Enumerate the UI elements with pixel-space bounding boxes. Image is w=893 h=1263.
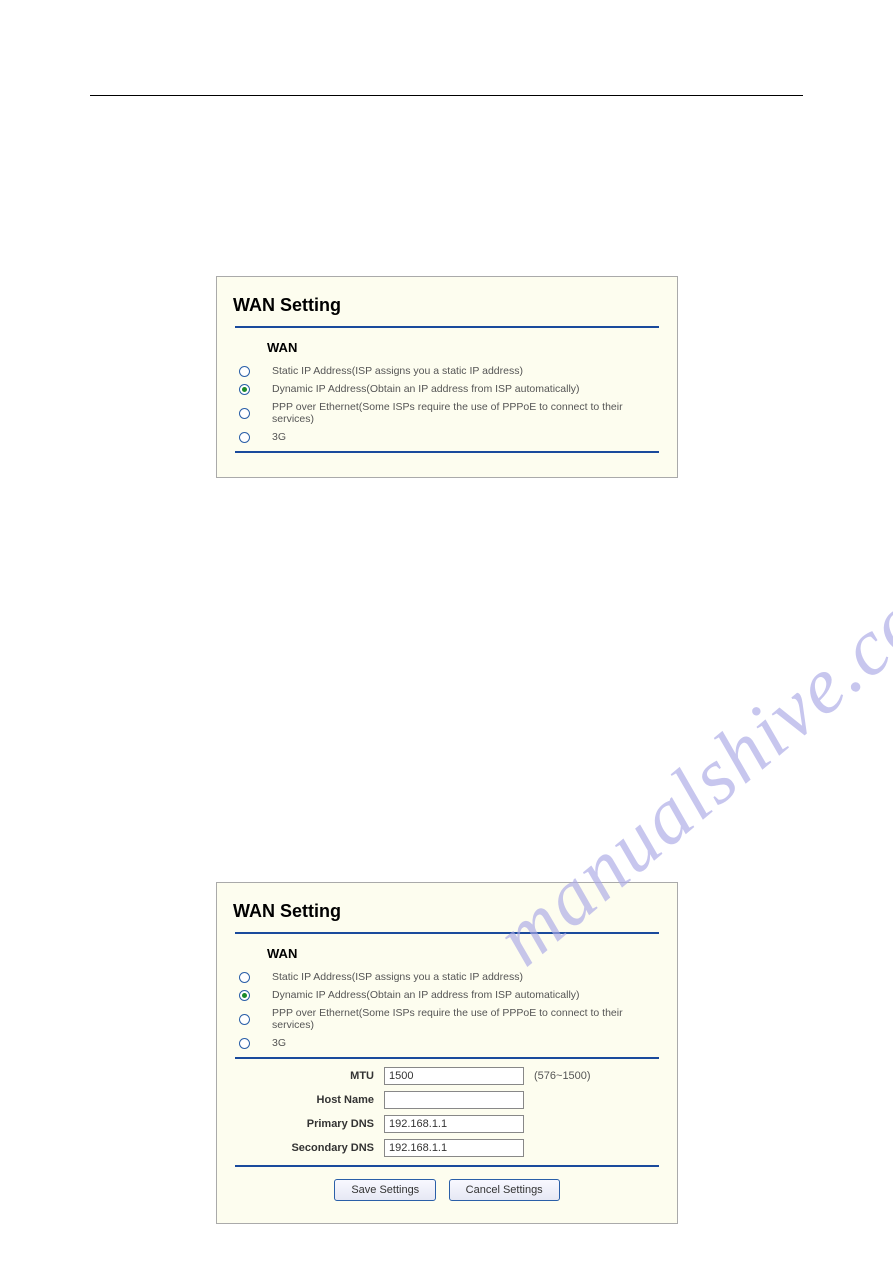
wan-option-static[interactable]: Static IP Address(ISP assigns you a stat… bbox=[239, 971, 665, 983]
save-settings-button[interactable]: Save Settings bbox=[334, 1179, 436, 1201]
wan-option-pppoe[interactable]: PPP over Ethernet(Some ISPs require the … bbox=[239, 1007, 665, 1031]
secondary-dns-row: Secondary DNS bbox=[229, 1139, 665, 1157]
divider bbox=[235, 326, 659, 328]
option-label: Dynamic IP Address(Obtain an IP address … bbox=[272, 383, 580, 395]
mtu-hint: (576~1500) bbox=[524, 1070, 591, 1082]
radio-icon[interactable] bbox=[239, 408, 250, 419]
option-label: Dynamic IP Address(Obtain an IP address … bbox=[272, 989, 580, 1001]
radio-icon[interactable] bbox=[239, 990, 250, 1001]
radio-icon[interactable] bbox=[239, 432, 250, 443]
panel-title: WAN Setting bbox=[233, 901, 665, 922]
panel-title: WAN Setting bbox=[233, 295, 665, 316]
radio-icon[interactable] bbox=[239, 972, 250, 983]
radio-icon[interactable] bbox=[239, 1014, 250, 1025]
wan-option-dynamic[interactable]: Dynamic IP Address(Obtain an IP address … bbox=[239, 989, 665, 1001]
option-label: PPP over Ethernet(Some ISPs require the … bbox=[272, 1007, 665, 1031]
button-row: Save Settings Cancel Settings bbox=[229, 1179, 665, 1201]
option-label: Static IP Address(ISP assigns you a stat… bbox=[272, 365, 523, 377]
secondary-dns-label: Secondary DNS bbox=[229, 1142, 384, 1154]
divider bbox=[235, 451, 659, 453]
option-label: PPP over Ethernet(Some ISPs require the … bbox=[272, 401, 665, 425]
wan-option-3g[interactable]: 3G bbox=[239, 431, 665, 443]
wan-section-label: WAN bbox=[267, 946, 665, 961]
cancel-settings-button[interactable]: Cancel Settings bbox=[449, 1179, 560, 1201]
wan-option-3g[interactable]: 3G bbox=[239, 1037, 665, 1049]
option-label: 3G bbox=[272, 431, 286, 443]
wan-option-dynamic[interactable]: Dynamic IP Address(Obtain an IP address … bbox=[239, 383, 665, 395]
divider bbox=[235, 1057, 659, 1059]
divider bbox=[235, 932, 659, 934]
hostname-label: Host Name bbox=[229, 1094, 384, 1106]
hostname-row: Host Name bbox=[229, 1091, 665, 1109]
wan-setting-panel-bottom: WAN Setting WAN Static IP Address(ISP as… bbox=[216, 882, 678, 1224]
wan-option-static[interactable]: Static IP Address(ISP assigns you a stat… bbox=[239, 365, 665, 377]
option-label: 3G bbox=[272, 1037, 286, 1049]
wan-section-label: WAN bbox=[267, 340, 665, 355]
mtu-row: MTU (576~1500) bbox=[229, 1067, 665, 1085]
mtu-input[interactable] bbox=[384, 1067, 524, 1085]
primary-dns-input[interactable] bbox=[384, 1115, 524, 1133]
hostname-input[interactable] bbox=[384, 1091, 524, 1109]
wan-option-pppoe[interactable]: PPP over Ethernet(Some ISPs require the … bbox=[239, 401, 665, 425]
wan-setting-panel-top: WAN Setting WAN Static IP Address(ISP as… bbox=[216, 276, 678, 478]
secondary-dns-input[interactable] bbox=[384, 1139, 524, 1157]
top-horizontal-rule bbox=[90, 95, 803, 96]
radio-icon[interactable] bbox=[239, 366, 250, 377]
option-label: Static IP Address(ISP assigns you a stat… bbox=[272, 971, 523, 983]
mtu-label: MTU bbox=[229, 1070, 384, 1082]
radio-icon[interactable] bbox=[239, 384, 250, 395]
radio-icon[interactable] bbox=[239, 1038, 250, 1049]
primary-dns-row: Primary DNS bbox=[229, 1115, 665, 1133]
primary-dns-label: Primary DNS bbox=[229, 1118, 384, 1130]
divider bbox=[235, 1165, 659, 1167]
